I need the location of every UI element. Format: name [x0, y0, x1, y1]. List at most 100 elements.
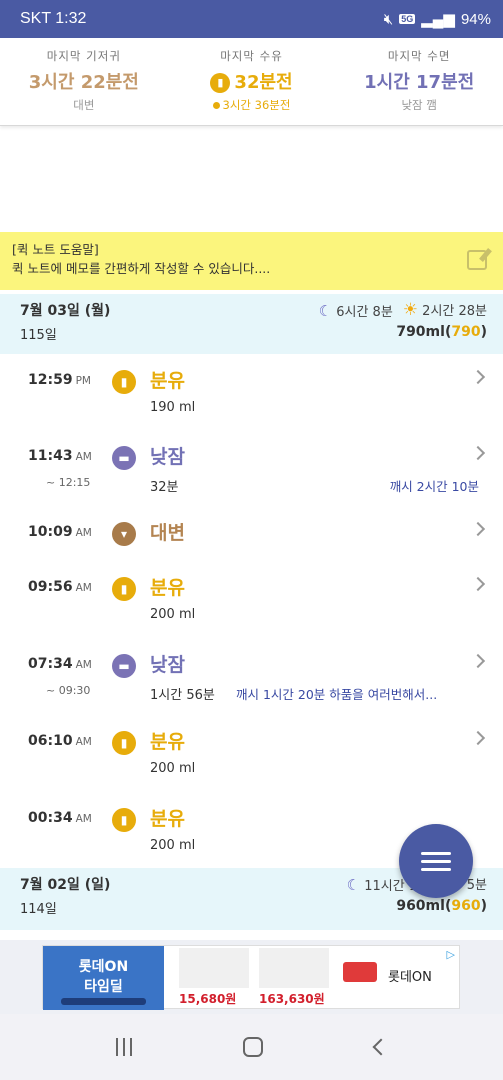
sun-icon: ☀: [402, 300, 419, 320]
battery-level: 94%: [460, 10, 491, 28]
entry-ampm: AM: [75, 813, 92, 825]
entry-title: 분유: [150, 370, 185, 392]
brand-logo: [343, 962, 377, 982]
diaper-summary[interactable]: 마지막 기저귀 3시간 22분전 대변: [0, 38, 168, 125]
entry-ampm: AM: [75, 659, 92, 671]
entry-title: 낮잠: [150, 446, 185, 468]
ad-brand: 롯데ON: [388, 970, 432, 985]
feeding-summary-sub: 3시간 36분전: [222, 98, 291, 112]
chevron-right-icon: [470, 369, 486, 385]
diaper-icon: ▾: [112, 522, 136, 546]
entry-detail: 190 ml: [150, 400, 196, 415]
quick-note-title: [퀵 노트 도움말]: [12, 242, 99, 257]
product-price: 163,630원: [259, 992, 325, 1006]
dot-icon: [212, 102, 220, 109]
total-ml: 790ml: [396, 324, 445, 340]
feeding-summary[interactable]: 마지막 수유 ▮ 32분전 3시간 36분전: [168, 38, 336, 125]
entry-time: 10:09: [28, 524, 73, 540]
sleep-summary-sub: 낮잠 깸: [401, 98, 437, 112]
network-badge: 5G: [399, 14, 416, 24]
entry-time: 09:56: [28, 579, 73, 595]
feeding-summary-value: 32분전: [234, 72, 293, 93]
entry-detail: 200 ml: [150, 838, 196, 853]
entry-time: 12:59: [28, 372, 73, 388]
sleep-summary-value: 1시간 17분전: [364, 72, 475, 93]
ad-promo-strip: [61, 998, 146, 1005]
product-image: [259, 948, 329, 988]
list-item[interactable]: 11:43 AM ~ 12:15 ▬ 낮잠 32분 깨시 2시간 10분: [0, 434, 503, 504]
entry-title: 분유: [150, 731, 185, 753]
entry-time: 06:10: [28, 733, 73, 749]
entry-ampm: AM: [75, 582, 92, 594]
list-item[interactable]: 09:56 AM ▮ 분유 200 ml: [0, 565, 503, 635]
bed-icon: ▬: [112, 446, 136, 470]
bottle-icon: ▮: [112, 731, 136, 755]
home-button[interactable]: [243, 1037, 264, 1057]
entry-end-time: ~ 12:15: [46, 476, 91, 489]
bottle-icon: ▮: [112, 370, 136, 394]
ad-banner[interactable]: 롯데ON 타임딜 15,680원 163,630원 롯데ON ▷: [42, 945, 460, 1010]
entry-time: 11:43: [28, 448, 73, 464]
ad-promo-line1: 롯데ON: [78, 959, 129, 975]
entry-ampm: AM: [75, 527, 92, 539]
entry-note: 깨시 1시간 20분 하품을 여러번해서...: [236, 687, 438, 702]
entry-detail: 32분: [150, 480, 179, 495]
entry-detail: 200 ml: [150, 761, 196, 776]
list-item[interactable]: 07:34 AM ~ 09:30 ▬ 낮잠 1시간 56분 깨시 1시간 20분 …: [0, 642, 503, 712]
entry-title: 대변: [150, 522, 185, 544]
day-sleep: 5분: [466, 878, 487, 893]
diaper-summary-label: 마지막 기저귀: [46, 49, 121, 63]
entry-end-time: ~ 09:30: [46, 684, 91, 697]
chevron-right-icon: [470, 730, 486, 746]
edit-icon[interactable]: [467, 250, 487, 270]
bottle-icon: ▮: [210, 72, 231, 93]
chevron-right-icon: [470, 653, 486, 669]
entry-note: 깨시 2시간 10분: [389, 479, 479, 494]
moon-icon: ☾: [346, 875, 361, 894]
bed-icon: ▬: [112, 654, 136, 678]
status-bar: SKT 1:32 🔇︎ 5G ▂▄▆ 94%: [0, 0, 503, 38]
day-header: 7월 03일 (월) 115일 ☾ 6시간 8분 ☀ 2시간 28분 790ml…: [0, 294, 503, 354]
entry-detail: 1시간 56분: [150, 688, 215, 703]
entry-title: 낮잠: [150, 654, 185, 676]
list-item[interactable]: 12:59 PM ▮ 분유 190 ml: [0, 358, 503, 428]
feeding-summary-label: 마지막 수유: [220, 49, 283, 63]
entry-ampm: AM: [75, 736, 92, 748]
recents-button[interactable]: [115, 1038, 132, 1056]
ad-promo: 롯데ON 타임딜: [43, 946, 164, 1010]
mute-icon: 🔇︎: [383, 10, 394, 28]
diaper-summary-value: 3시간 22분전: [28, 72, 139, 93]
night-sleep: 6시간 8분: [336, 304, 393, 320]
total-ml-paren: 790: [451, 324, 481, 340]
quick-note-text: 퀵 노트에 메모를 간편하게 작성할 수 있습니다....: [12, 261, 271, 276]
ad-choices-icon[interactable]: ▷: [447, 948, 455, 961]
chevron-right-icon: [470, 521, 486, 537]
total-ml: 960ml: [396, 898, 445, 914]
sleep-summary[interactable]: 마지막 수면 1시간 17분전 낮잠 깸: [335, 38, 503, 125]
entry-ampm: PM: [75, 375, 91, 387]
chevron-right-icon: [470, 445, 486, 461]
entry-title: 분유: [150, 808, 185, 830]
moon-icon: ☾: [318, 301, 333, 320]
day-sleep: 2시간 28분: [422, 304, 487, 319]
signal-icon: ▂▄▆: [421, 11, 455, 28]
list-item[interactable]: 06:10 AM ▮ 분유 200 ml: [0, 719, 503, 789]
product-price: 15,680원: [179, 992, 237, 1006]
bottle-icon: ▮: [112, 577, 136, 601]
carrier-time: SKT 1:32: [20, 10, 87, 27]
diaper-summary-sub: 대변: [73, 98, 95, 112]
back-button[interactable]: [372, 1038, 390, 1056]
summary-panel: 마지막 기저귀 3시간 22분전 대변 마지막 수유 ▮ 32분전 3시간 36분…: [0, 38, 503, 126]
list-menu-button[interactable]: [399, 824, 473, 898]
bottle-icon: ▮: [112, 808, 136, 832]
ad-area: 롯데ON 타임딜 15,680원 163,630원 롯데ON ▷: [0, 940, 503, 1014]
entry-time: 00:34: [28, 810, 73, 826]
sleep-summary-label: 마지막 수면: [387, 49, 451, 63]
quick-note[interactable]: [퀵 노트 도움말] 퀵 노트에 메모를 간편하게 작성할 수 있습니다....: [0, 232, 503, 290]
list-icon: [421, 847, 451, 876]
entry-time: 07:34: [28, 656, 73, 672]
system-nav-bar: [0, 1014, 503, 1080]
total-ml-paren: 960: [451, 898, 481, 914]
entry-ampm: AM: [75, 451, 92, 463]
ad-promo-line2: 타임딜: [84, 979, 123, 995]
